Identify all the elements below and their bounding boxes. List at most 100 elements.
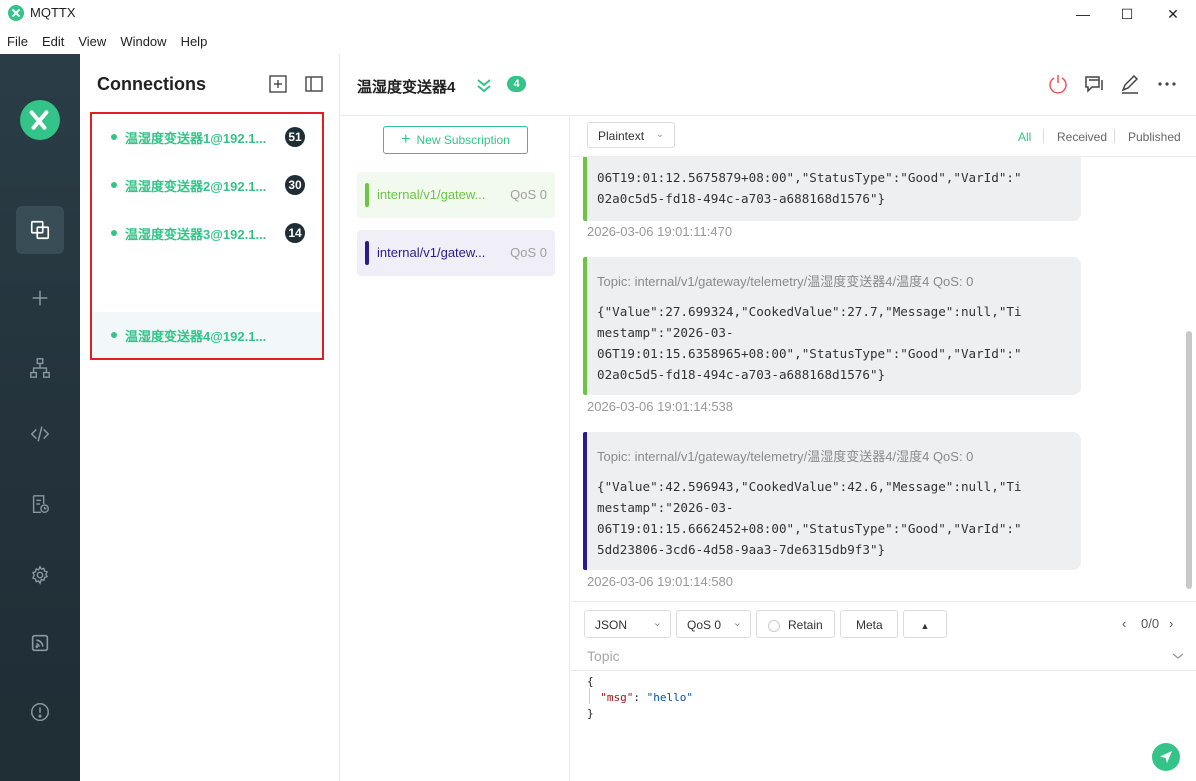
minimize-button[interactable]: —	[1060, 0, 1106, 28]
connection-name: 温湿度变送器2@192.1...	[125, 179, 267, 194]
subscription-color-bar	[365, 183, 369, 207]
connection-name: 温湿度变送器1@192.1...	[125, 131, 267, 146]
menu-view[interactable]: View	[71, 30, 113, 52]
connection-item-active[interactable]: 温湿度变送器4@192.1...	[92, 312, 322, 358]
send-button[interactable]	[1152, 743, 1180, 771]
expand-button[interactable]: ▲	[903, 610, 947, 638]
about-nav-button[interactable]	[16, 688, 64, 736]
chevron-down-icon: ⌄	[732, 617, 742, 629]
connections-icon	[30, 220, 50, 240]
message-time: 2026-03-06 19:01:14:538	[587, 399, 734, 414]
window-title: MQTTX	[30, 5, 76, 20]
settings-nav-button[interactable]	[16, 551, 64, 599]
connection-item[interactable]: 温湿度变送器1@192.1... 51	[92, 114, 322, 160]
history-prev-icon[interactable]: ‹	[1122, 616, 1126, 631]
maximize-button[interactable]: ☐	[1104, 0, 1150, 28]
log-nav-button[interactable]	[16, 480, 64, 528]
disconnect-icon[interactable]	[1047, 73, 1069, 95]
message-payload: {"Value":27.699324,"CookedValue":27.7,"M…	[597, 304, 1022, 382]
connections-nav-button[interactable]	[16, 206, 64, 254]
message-payload: {"Value":42.596943,"CookedValue":42.6,"M…	[597, 479, 1022, 557]
chevron-down-icon[interactable]	[1172, 650, 1184, 662]
payload-colon: :	[633, 691, 647, 704]
connection-header: 温湿度变送器4 4	[341, 54, 1196, 116]
new-collection-icon[interactable]	[268, 74, 288, 94]
status-dot	[111, 134, 117, 140]
payload-key: "msg"	[600, 691, 634, 704]
rss-icon	[31, 634, 49, 652]
payload-value: "hello"	[646, 691, 693, 704]
log-icon	[32, 495, 49, 513]
history-counter: 0/0	[1141, 616, 1160, 631]
status-dot	[111, 182, 117, 188]
meta-button[interactable]: Meta	[840, 610, 898, 638]
unread-badge: 51	[285, 127, 305, 147]
qos-select[interactable]: QoS 0 ⌄	[676, 610, 751, 638]
menu-window[interactable]: Window	[113, 30, 173, 52]
send-icon	[1160, 751, 1172, 763]
filter-divider	[1114, 129, 1115, 143]
filter-all[interactable]: All	[1018, 130, 1031, 144]
retain-label: Retain	[788, 618, 823, 632]
topic-input[interactable]: Topic	[571, 642, 1196, 671]
format-select[interactable]: Plaintext ⌄	[587, 122, 675, 148]
connection-item[interactable]: 温湿度变送器3@192.1... 14	[92, 210, 322, 256]
status-dot	[111, 332, 117, 338]
message-card: Topic: internal/v1/gateway/telemetry/温湿度…	[583, 432, 1081, 570]
message-toolbar: Plaintext ⌄ All Received Published	[571, 117, 1196, 157]
qos-value: QoS 0	[687, 618, 722, 632]
menu-edit[interactable]: Edit	[35, 30, 71, 52]
connections-panel: Connections 温湿度变送器1@192.1... 51 温湿度变送器2@…	[80, 54, 340, 781]
message-time: 2026-03-06 19:01:11:470	[587, 224, 733, 239]
new-connection-nav-button[interactable]	[16, 274, 64, 322]
history-next-icon[interactable]: ›	[1169, 616, 1173, 631]
format-value: Plaintext	[598, 129, 645, 143]
plus-icon	[32, 290, 48, 306]
message-color-bar	[583, 257, 587, 395]
subscription-qos: QoS 0	[510, 187, 547, 202]
connection-item[interactable]: 温湿度变送器2@192.1... 30	[92, 162, 322, 208]
new-window-icon[interactable]	[1083, 73, 1105, 95]
subscription-item[interactable]: internal/v1/gatew... QoS 0	[357, 172, 555, 218]
toggle-panel-icon[interactable]	[304, 74, 324, 94]
payload-brace-close: }	[587, 707, 594, 720]
message-card: Topic: internal/v1/gateway/telemetry/温湿度…	[583, 257, 1081, 395]
edit-icon[interactable]	[1119, 73, 1141, 95]
double-chevron-down-icon[interactable]	[475, 76, 493, 94]
connection-title: 温湿度变送器4	[357, 79, 456, 96]
new-subscription-button[interactable]: + New Subscription	[383, 126, 528, 154]
menu-help[interactable]: Help	[174, 30, 215, 52]
script-nav-button[interactable]	[16, 410, 64, 458]
new-subscription-label: New Subscription	[416, 133, 510, 147]
payload-type-value: JSON	[595, 618, 628, 632]
connection-name: 温湿度变送器3@192.1...	[125, 227, 267, 242]
more-options-icon[interactable]	[1156, 73, 1178, 95]
filter-published[interactable]: Published	[1128, 130, 1181, 144]
subscription-item[interactable]: internal/v1/gatew... QoS 0	[357, 230, 555, 276]
message-list: 06T19:01:12.5675879+08:00","StatusType":…	[571, 117, 1196, 601]
subscription-topic: internal/v1/gatew...	[377, 187, 486, 202]
message-topic: Topic: internal/v1/gateway/telemetry/温湿度…	[597, 274, 974, 289]
unread-badge: 30	[285, 175, 305, 195]
payload-brace-open: {	[587, 675, 594, 688]
unread-badge: 14	[285, 223, 305, 243]
menu-file[interactable]: File	[0, 30, 35, 52]
connection-list: 温湿度变送器1@192.1... 51 温湿度变送器2@192.1... 30 …	[90, 112, 324, 360]
left-sidebar	[0, 54, 80, 781]
publish-panel: JSON ⌄ QoS 0 ⌄ Retain Meta ▲ ‹ 0/0 › Top…	[571, 601, 1196, 781]
subscription-color-bar	[365, 241, 369, 265]
subscribe-feed-nav-button[interactable]	[16, 619, 64, 667]
filter-received[interactable]: Received	[1057, 130, 1107, 144]
close-window-button[interactable]: ✕	[1150, 0, 1196, 28]
topic-placeholder: Topic	[587, 648, 620, 664]
connection-name: 温湿度变送器4@192.1...	[125, 329, 267, 344]
app-logo-icon	[8, 5, 24, 21]
caret-up-icon: ▲	[920, 621, 930, 631]
info-icon	[31, 703, 49, 721]
payload-type-select[interactable]: JSON ⌄	[584, 610, 671, 638]
payload-editor[interactable]: { "msg": "hello" }	[587, 674, 693, 722]
retain-radio	[768, 620, 780, 632]
topology-nav-button[interactable]	[16, 344, 64, 392]
message-scrollbar[interactable]	[1186, 331, 1192, 589]
retain-toggle[interactable]: Retain	[756, 610, 835, 638]
